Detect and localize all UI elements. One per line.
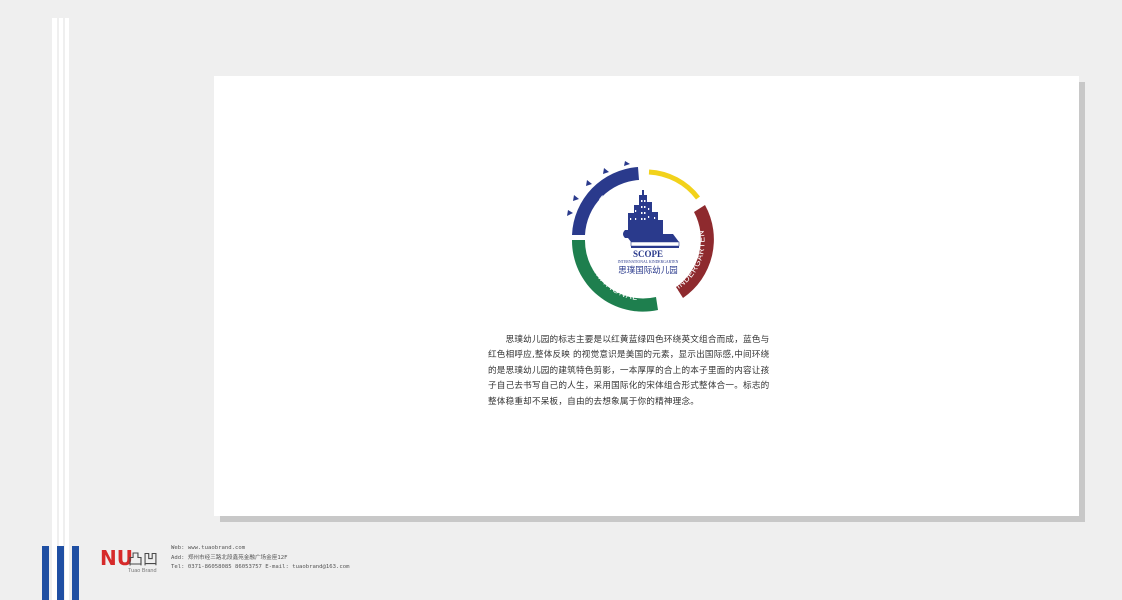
kindergarten-logo: SCOPE INTERNATIONAL KINDERGARTEN SCOPE I… <box>555 150 730 325</box>
footer-web: Web: www.tuaobrand.com <box>171 545 246 551</box>
blue-stripe-1 <box>42 546 49 600</box>
footer-contact: Tel: 0371-86058085 86053757 E-mail: tuao… <box>171 564 350 570</box>
logo-graphic: SCOPE INTERNATIONAL KINDERGARTEN SCOPE I… <box>567 161 714 312</box>
center-chinese-name: 思璞国际幼儿园 <box>618 265 678 276</box>
brand-chinese: 凸凹 <box>128 550 158 568</box>
logo-description: 思璞幼儿园的标志主要是以红黄蓝绿四色环绕英文组合而成，蓝色与 红色相呼应,整体反… <box>488 335 770 407</box>
blue-stripe-2 <box>57 546 64 600</box>
brand-english: Tuao Brand <box>128 568 157 574</box>
brand-logo-graphic: NU 凸凹 Tuao Brand <box>100 546 158 574</box>
white-stripe-3 <box>65 18 69 600</box>
center-title: SCOPE <box>633 249 663 259</box>
footer-address: Add: 郑州市经三路北段鑫苑金融广场金座12F <box>171 554 288 561</box>
white-stripe-2 <box>59 18 63 600</box>
white-stripe-1 <box>52 18 57 600</box>
yellow-ring-segment <box>648 169 700 200</box>
footer-contact-info: Web: www.tuaobrand.com Add: 郑州市经三路北段鑫苑金融… <box>171 544 350 573</box>
footer-brand-logo: NU 凸凹 Tuao Brand <box>100 545 170 579</box>
center-subtitle: INTERNATIONAL KINDERGARTEN <box>618 260 679 264</box>
blue-stripe-3 <box>72 546 79 600</box>
building-icon <box>628 190 663 235</box>
